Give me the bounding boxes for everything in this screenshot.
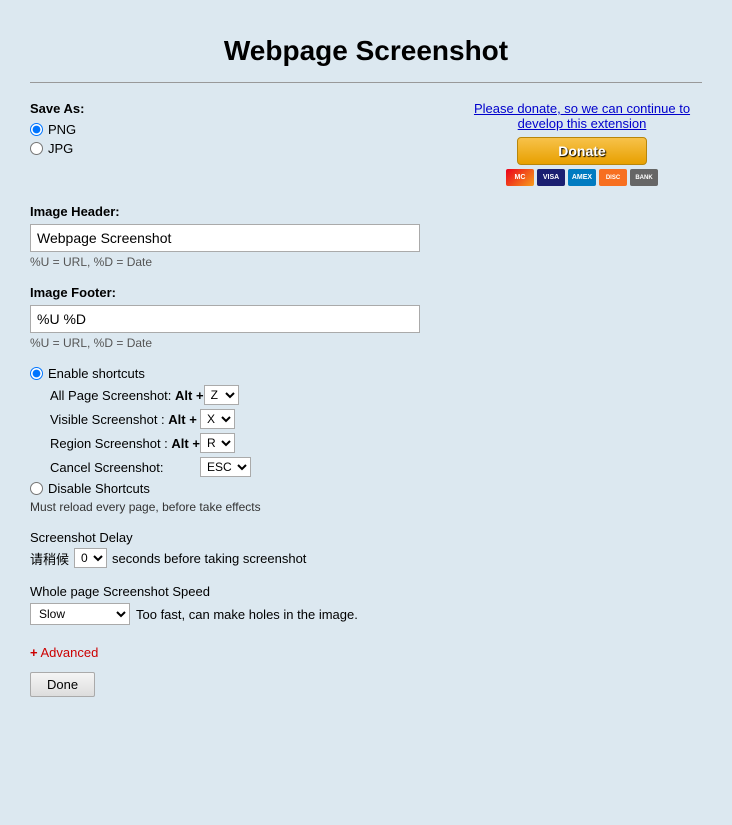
visible-label: Visible Screenshot : Alt + (50, 412, 200, 427)
image-footer-input[interactable] (30, 305, 420, 333)
image-header-hint: %U = URL, %D = Date (30, 255, 702, 269)
speed-row: Slow Medium Fast Too fast, can make hole… (30, 603, 702, 625)
bank-icon: BANK (630, 169, 658, 186)
disable-shortcuts-label: Disable Shortcuts (48, 481, 150, 496)
done-button[interactable]: Done (30, 672, 95, 697)
enable-shortcuts-row: Enable shortcuts (30, 366, 702, 381)
cancel-label: Cancel Screenshot: (50, 460, 200, 475)
delay-suffix: seconds before taking screenshot (112, 551, 306, 566)
all-page-label: All Page Screenshot: Alt + (50, 388, 204, 403)
speed-note: Too fast, can make holes in the image. (136, 607, 358, 622)
image-header-label: Image Header: (30, 204, 702, 219)
region-alt: Alt + (171, 436, 200, 451)
advanced-link[interactable]: + Advanced (30, 645, 98, 660)
all-page-key-select[interactable]: Z X C V (204, 385, 239, 405)
image-footer-label: Image Footer: (30, 285, 702, 300)
reload-notice: Must reload every page, before take effe… (30, 500, 702, 514)
enable-shortcuts-radio[interactable] (30, 367, 43, 380)
speed-label: Whole page Screenshot Speed (30, 584, 702, 599)
all-page-alt: Alt + (175, 388, 204, 403)
delay-row: 请稍候 0 1 2 3 4 5 seconds before taking sc… (30, 548, 702, 568)
advanced-plus: + (30, 645, 38, 660)
visible-shortcut-row: Visible Screenshot : Alt + X Z C V (50, 409, 702, 429)
amex-icon: AMEX (568, 169, 596, 186)
save-as-label: Save As: (30, 101, 84, 116)
region-key-select[interactable]: R T Y U (200, 433, 235, 453)
enable-shortcuts-label: Enable shortcuts (48, 366, 145, 381)
image-header-input[interactable] (30, 224, 420, 252)
donate-link[interactable]: Please donate, so we can continue to dev… (462, 101, 702, 131)
donate-button[interactable]: Donate (517, 137, 647, 165)
delay-section: Screenshot Delay 请稍候 0 1 2 3 4 5 seconds… (30, 530, 702, 568)
disable-shortcuts-row: Disable Shortcuts (30, 481, 702, 496)
delay-value-select[interactable]: 0 1 2 3 4 5 (74, 548, 107, 568)
region-label: Region Screenshot : Alt + (50, 436, 200, 451)
delay-cn-label: 请稍候 (30, 549, 69, 568)
image-footer-section: Image Footer: %U = URL, %D = Date (30, 285, 702, 350)
visa-icon: VISA (537, 169, 565, 186)
cancel-key-select[interactable]: ESC F1 F2 (200, 457, 251, 477)
advanced-section: + Advanced (30, 645, 702, 660)
jpg-radio[interactable] (30, 142, 43, 155)
png-radio[interactable] (30, 123, 43, 136)
visible-alt: Alt + (168, 412, 197, 427)
page-title: Webpage Screenshot (30, 20, 702, 82)
speed-section: Whole page Screenshot Speed Slow Medium … (30, 584, 702, 625)
donate-section: Please donate, so we can continue to dev… (462, 101, 702, 186)
speed-select[interactable]: Slow Medium Fast (30, 603, 130, 625)
card-icons: MC VISA AMEX DISC BANK (462, 169, 702, 186)
delay-label: Screenshot Delay (30, 530, 702, 545)
advanced-label: Advanced (41, 645, 99, 660)
shortcuts-section: Enable shortcuts All Page Screenshot: Al… (30, 366, 702, 514)
image-header-section: Image Header: %U = URL, %D = Date (30, 204, 702, 269)
divider (30, 82, 702, 83)
all-page-shortcut-row: All Page Screenshot: Alt + Z X C V (50, 385, 702, 405)
jpg-label: JPG (48, 141, 73, 156)
cancel-shortcut-row: Cancel Screenshot: ESC F1 F2 (50, 457, 702, 477)
visible-key-select[interactable]: X Z C V (200, 409, 235, 429)
jpg-radio-row: JPG (30, 141, 84, 156)
mastercard-icon: MC (506, 169, 534, 186)
png-radio-row: PNG (30, 122, 84, 137)
discover-icon: DISC (599, 169, 627, 186)
save-as-section: Save As: PNG JPG (30, 101, 84, 160)
region-shortcut-row: Region Screenshot : Alt + R T Y U (50, 433, 702, 453)
disable-shortcuts-radio[interactable] (30, 482, 43, 495)
image-footer-hint: %U = URL, %D = Date (30, 336, 702, 350)
png-label: PNG (48, 122, 76, 137)
